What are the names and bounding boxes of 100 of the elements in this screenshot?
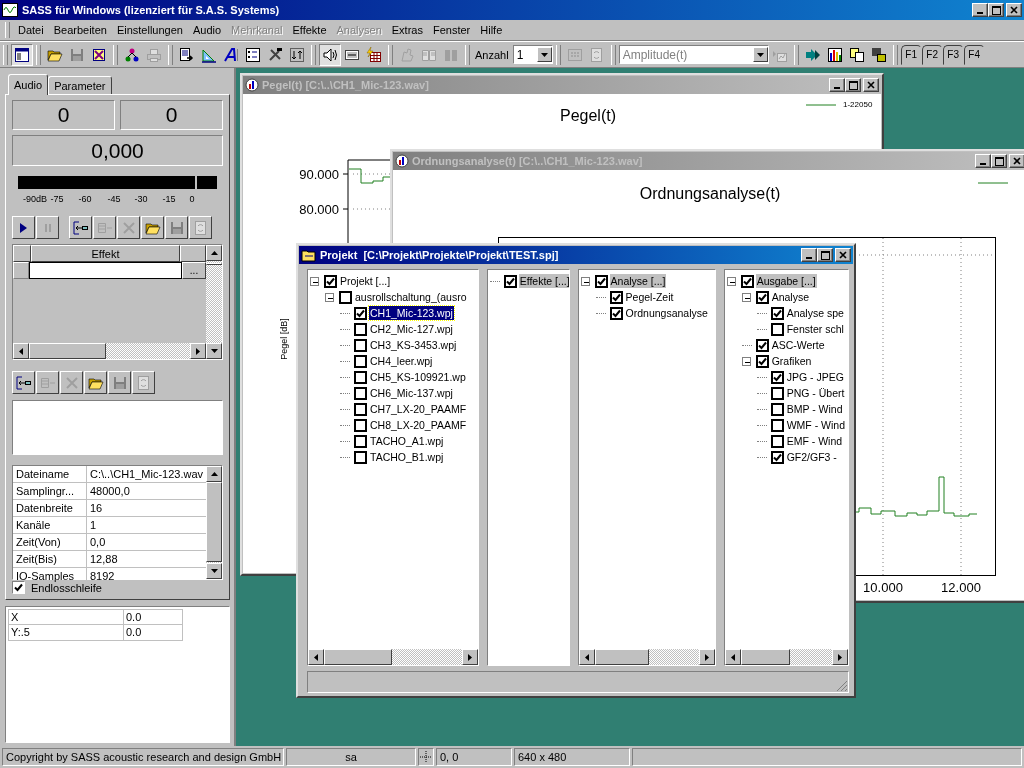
checkbox[interactable] (354, 418, 367, 432)
toolbar-grip[interactable] (36, 44, 41, 65)
tree-item[interactable]: ausrollschaltung_(ausro (354, 290, 468, 304)
loop-checkbox[interactable]: Endlosschleife (12, 581, 223, 594)
tree-item[interactable]: Projekt [...] (339, 274, 392, 288)
minimize-button[interactable] (972, 3, 988, 17)
toolbar-grip[interactable] (388, 44, 393, 65)
checkbox[interactable] (354, 434, 367, 448)
close-button[interactable] (835, 248, 851, 262)
window-title-bar[interactable]: Projekt [C:\Projekt\Projekte\Projekt\TEST.spj] (299, 246, 853, 264)
tree-item[interactable]: PNG - Übert (785, 386, 846, 400)
toolbar-grip[interactable] (113, 44, 118, 65)
scrollbar-thumb[interactable] (206, 482, 222, 562)
checkbox[interactable] (354, 386, 367, 400)
tree-item[interactable]: Ausgabe [...] (755, 274, 817, 288)
checkbox[interactable] (354, 354, 367, 368)
tree-item[interactable]: Fenster schl (785, 322, 845, 336)
effect-cell[interactable] (29, 262, 182, 280)
maximize-button[interactable] (988, 3, 1004, 17)
tree-item[interactable]: ASC-Werte (770, 338, 826, 352)
tree-item[interactable]: WMF - Wind (785, 418, 846, 432)
checkbox[interactable] (740, 274, 754, 288)
tree-item[interactable]: Analyse spe (785, 306, 845, 320)
vertical-scrollbar[interactable] (206, 466, 222, 579)
tree-item[interactable]: CH5_KS-109921.wp (369, 370, 467, 384)
minimize-button[interactable] (801, 248, 817, 262)
text-area[interactable] (12, 400, 223, 455)
toolbar-grip[interactable] (892, 44, 898, 65)
toolbar-grip[interactable] (311, 44, 316, 65)
toolbar-grip[interactable] (610, 44, 616, 65)
panel-layout-button[interactable] (11, 43, 33, 66)
maximize-button[interactable] (991, 154, 1007, 168)
scroll-right-button[interactable] (190, 343, 206, 360)
add-effect-button[interactable] (69, 216, 92, 240)
close-button[interactable] (863, 78, 879, 92)
collapse-toggle[interactable] (726, 276, 736, 286)
collapse-toggle[interactable] (741, 292, 751, 302)
function-key-button[interactable]: F4 (963, 44, 985, 65)
checkbox[interactable] (770, 418, 784, 432)
checkbox[interactable] (755, 338, 769, 352)
play-button[interactable] (12, 216, 35, 240)
horizontal-scrollbar[interactable] (13, 343, 206, 360)
scroll-left-button[interactable] (308, 649, 324, 665)
dropdown[interactable]: 1 (512, 45, 553, 64)
function-key-button[interactable]: F2 (921, 44, 943, 65)
menu-item[interactable]: Effekte (287, 24, 332, 36)
collapse-toggle[interactable] (325, 292, 334, 302)
tree-item[interactable]: JPG - JPEG (785, 370, 845, 384)
checkbox[interactable] (770, 434, 784, 448)
toolbar-grip[interactable] (465, 44, 470, 65)
vertical-scrollbar[interactable] (206, 245, 222, 360)
checkbox[interactable] (609, 290, 623, 304)
column-header[interactable]: Effekt (31, 245, 180, 263)
scrollbar-thumb[interactable] (594, 649, 649, 665)
close-button[interactable] (1006, 3, 1022, 17)
checkbox[interactable] (354, 370, 367, 384)
checkbox[interactable] (770, 386, 784, 400)
browse-button[interactable]: ... (182, 262, 206, 280)
checkbox[interactable] (755, 354, 769, 368)
menu-item[interactable]: Bearbeiten (48, 24, 112, 36)
collapse-toggle[interactable] (580, 276, 590, 286)
speaker-button[interactable] (319, 43, 341, 66)
checkbox[interactable] (339, 290, 352, 304)
tree-item[interactable]: Grafiken (770, 354, 813, 368)
scrollbar-thumb[interactable] (206, 263, 222, 266)
menu-item[interactable]: Einstellungen (111, 24, 188, 36)
tree-item[interactable]: Analyse (770, 290, 811, 304)
tree-item[interactable]: CH7_LX-20_PAAMF (369, 402, 468, 416)
menu-item[interactable]: Extras (386, 24, 428, 36)
scroll-left-button[interactable] (724, 649, 741, 665)
add-effect-button[interactable] (12, 371, 35, 395)
tree-item[interactable]: Effekte [...] (518, 274, 569, 288)
minimize-button[interactable] (975, 154, 991, 168)
menu-item[interactable]: Fenster (427, 24, 476, 36)
tree-item[interactable]: Analyse [...] (609, 274, 667, 288)
checkbox[interactable] (354, 322, 367, 336)
tree-item[interactable]: Ordnungsanalyse (624, 306, 709, 320)
tab[interactable]: Audio (8, 74, 49, 95)
tab[interactable]: Parameter (48, 76, 112, 94)
checkbox[interactable] (354, 338, 367, 352)
checkbox[interactable] (503, 274, 517, 288)
checkbox[interactable] (354, 306, 367, 320)
close-button[interactable] (1009, 154, 1024, 168)
toolbar-grip[interactable] (555, 44, 561, 65)
function-key-button[interactable]: F3 (942, 44, 964, 65)
checkbox[interactable] (770, 450, 784, 464)
scroll-down-button[interactable] (206, 563, 222, 579)
column-header[interactable] (13, 245, 31, 263)
scroll-up-button[interactable] (206, 245, 222, 262)
tree-item[interactable]: EMF - Wind (785, 434, 844, 448)
tree-item[interactable]: TACHO_A1.wpj (369, 434, 445, 448)
tree-item[interactable]: CH6_Mic-137.wpj (369, 386, 454, 400)
tree-item[interactable]: TACHO_B1.wpj (369, 450, 445, 464)
tree-item[interactable]: CH8_LX-20_PAAMF (369, 418, 468, 432)
checkbox[interactable] (770, 306, 784, 320)
tree-item[interactable]: CH3_KS-3453.wpj (369, 338, 458, 352)
tree-item[interactable]: BMP - Wind (785, 402, 844, 416)
checkbox[interactable] (770, 402, 784, 416)
scrollbar-thumb[interactable] (740, 649, 790, 665)
tree-item[interactable]: CH1_Mic-123.wpj (369, 306, 454, 320)
